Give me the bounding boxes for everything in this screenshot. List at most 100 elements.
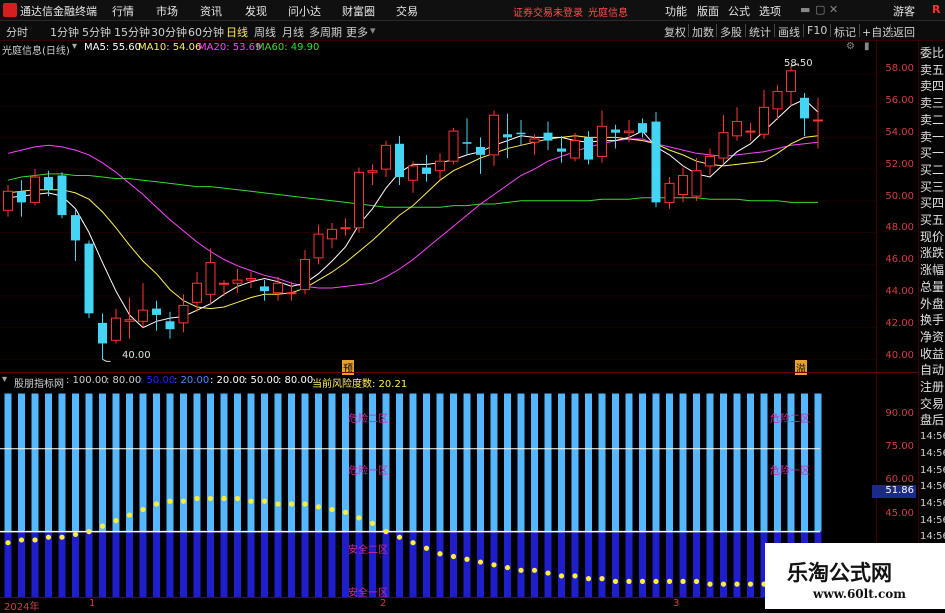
indicator-bar: [409, 393, 417, 609]
tool-add-index[interactable]: 加数: [692, 24, 714, 40]
close-icon[interactable]: ✕: [829, 3, 838, 16]
indicator-chart[interactable]: [0, 388, 878, 609]
minimize-icon[interactable]: ▬: [800, 3, 810, 16]
tool-draw[interactable]: 画线: [778, 24, 800, 40]
price-tick: 52.00: [885, 159, 914, 170]
chevron-down-icon[interactable]: ▾: [2, 374, 7, 385]
menu-item-news[interactable]: 资讯: [200, 3, 222, 19]
candle: [664, 177, 675, 209]
risk-dot: [612, 578, 619, 584]
menu-item-quotes[interactable]: 行情: [112, 3, 134, 19]
period-tab-intraday[interactable]: 分时: [6, 24, 28, 40]
login-warning[interactable]: 证券交易未登录: [513, 4, 583, 19]
period-tab-monthly[interactable]: 月线: [282, 24, 304, 40]
settings-gear-icon[interactable]: ⚙: [846, 41, 855, 52]
indicator-bar: [153, 393, 160, 609]
period-tab-5min[interactable]: 5分钟: [82, 24, 111, 40]
chevron-down-icon[interactable]: ▾: [72, 41, 77, 52]
maximize-icon[interactable]: ▢: [815, 3, 825, 16]
indicator-bar-upper: [679, 393, 687, 532]
candle-body: [57, 175, 67, 216]
tool-stats[interactable]: 统计: [749, 24, 771, 40]
indicator-param: : 100.00: [66, 375, 108, 386]
indicator-bar-upper: [625, 393, 633, 532]
candle: [691, 158, 702, 201]
period-tab-daily[interactable]: 日线: [226, 24, 248, 40]
menu-item-discover[interactable]: 发现: [245, 3, 267, 19]
indicator-bar-upper: [504, 393, 511, 532]
zone-label: 危险一区: [348, 466, 388, 477]
indicator-bar: [112, 393, 120, 609]
indicator-bar: [625, 393, 633, 609]
candle-body: [71, 215, 80, 241]
candle-body: [273, 282, 283, 294]
candle: [111, 308, 121, 344]
period-tab-weekly[interactable]: 周线: [254, 24, 276, 40]
period-tab-multi[interactable]: 多周期: [309, 24, 342, 40]
tool-back[interactable]: 返回: [893, 24, 915, 40]
menu-item-trade[interactable]: 交易: [396, 3, 418, 19]
indicator-bar-upper: [4, 393, 12, 532]
candlestick-chart[interactable]: [0, 55, 878, 372]
candle: [759, 89, 769, 140]
price-tick: 42.00: [885, 318, 914, 329]
indicator-bar: [477, 393, 484, 609]
risk-dot: [207, 495, 214, 502]
price-tick: 56.00: [885, 95, 914, 106]
ma20-label: MA20: 53.69: [198, 42, 262, 53]
indicator-bar-upper: [571, 393, 579, 532]
r-badge[interactable]: R: [932, 3, 940, 16]
quote-panel-item: 涨幅: [920, 263, 945, 278]
candle: [651, 112, 661, 208]
risk-dot: [288, 501, 295, 507]
indicator-bar: [31, 393, 39, 609]
risk-dot: [248, 498, 254, 504]
risk-dot: [342, 509, 349, 515]
menu-item-wealth[interactable]: 财富圈: [342, 3, 375, 19]
candle-body: [745, 130, 756, 133]
candle-body: [192, 282, 202, 303]
candle-body: [476, 146, 485, 155]
menu-item-options[interactable]: 选项: [759, 3, 781, 19]
tool-mark[interactable]: 标记: [834, 24, 856, 40]
more-dropdown-icon[interactable]: ▾: [370, 24, 376, 37]
risk-dot: [86, 529, 92, 535]
collapse-icon[interactable]: ▮: [864, 41, 870, 52]
indicator-bar: [463, 393, 471, 609]
risk-dot: [315, 504, 322, 510]
risk-dot: [369, 520, 376, 526]
indicator-bar: [436, 393, 444, 609]
zone-label: 安全二区: [348, 545, 388, 556]
period-tab-60min[interactable]: 60分钟: [188, 24, 224, 40]
tool-f10[interactable]: F10: [807, 24, 827, 37]
indicator-bar-upper: [58, 393, 66, 532]
period-tab-more[interactable]: 更多: [346, 24, 368, 40]
candle-body: [44, 177, 53, 190]
quote-panel-item: 涨跌: [920, 246, 945, 261]
price-tick: 58.00: [885, 63, 914, 74]
indicator-bar-upper: [558, 393, 565, 532]
candle-body: [705, 155, 715, 167]
indicator-bar-upper: [450, 393, 457, 532]
menu-item-ask[interactable]: 问小达: [288, 3, 321, 19]
period-tab-15min[interactable]: 15分钟: [114, 24, 150, 40]
menu-item-layout[interactable]: 版面: [697, 3, 719, 19]
tool-add-watchlist[interactable]: +自选: [862, 24, 893, 40]
risk-dot: [720, 581, 727, 587]
tool-multi-stock[interactable]: 多股: [720, 24, 742, 40]
candle-body: [651, 121, 661, 203]
guest-label[interactable]: 游客: [893, 3, 915, 19]
period-tab-1min[interactable]: 1分钟: [50, 24, 79, 40]
menu-item-function[interactable]: 功能: [665, 3, 687, 19]
candle-body: [638, 123, 647, 133]
pane-divider: [0, 372, 918, 373]
menu-item-market[interactable]: 市场: [156, 3, 178, 19]
risk-dot: [126, 512, 133, 518]
candle: [732, 107, 742, 141]
candle: [516, 119, 526, 146]
period-tab-30min[interactable]: 30分钟: [151, 24, 187, 40]
menu-item-formula[interactable]: 公式: [728, 3, 750, 19]
quote-panel-item: 现价: [920, 229, 945, 244]
tool-adjust[interactable]: 复权: [664, 24, 686, 40]
indicator-bar: [58, 393, 66, 609]
